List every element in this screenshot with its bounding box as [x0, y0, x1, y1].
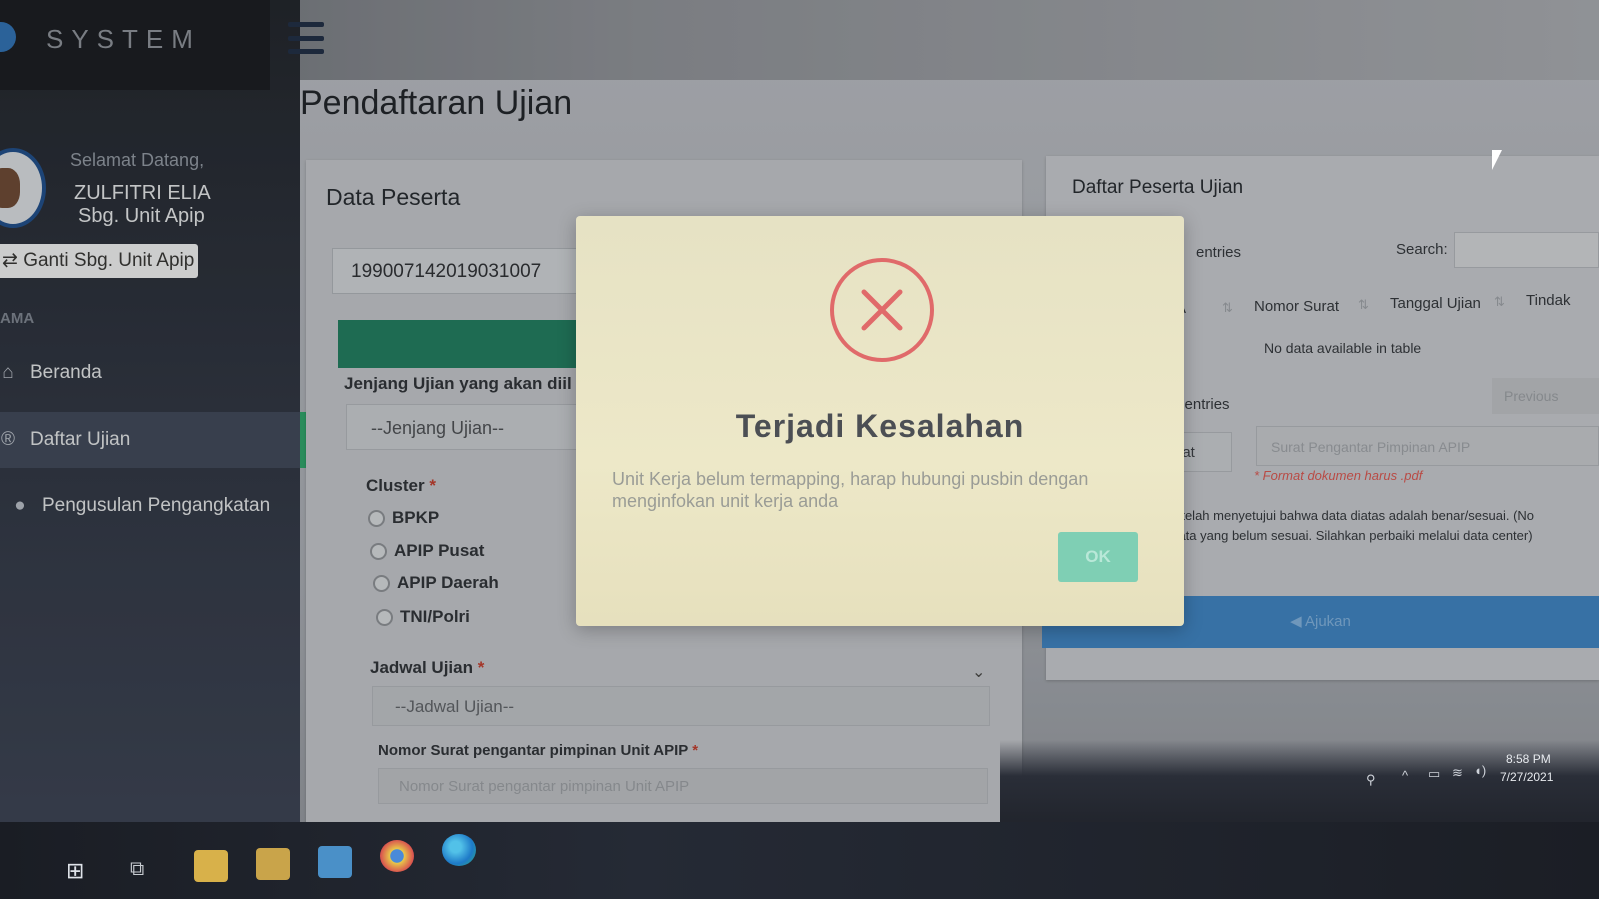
volume-icon[interactable]: ◖): [1474, 763, 1486, 778]
edge-icon[interactable]: [442, 834, 476, 866]
clock-date[interactable]: 7/27/2021: [1500, 770, 1553, 784]
mouse-cursor-icon: [1492, 150, 1502, 170]
screen: SYSTEM Selamat Datang, ZULFITRI ELIA Sbg…: [0, 0, 1599, 899]
taskbar: [0, 822, 1599, 899]
mail-icon[interactable]: [318, 846, 352, 878]
windows-start-icon[interactable]: ⊞: [66, 858, 100, 890]
error-x-icon: [861, 289, 903, 331]
wifi-icon[interactable]: ≋: [1452, 765, 1463, 781]
chrome-icon[interactable]: [380, 840, 414, 872]
battery-icon[interactable]: ▭: [1428, 766, 1440, 782]
people-icon[interactable]: ⚲: [1366, 772, 1376, 788]
clock-time[interactable]: 8:58 PM: [1506, 752, 1551, 766]
chevron-up-icon[interactable]: ^: [1402, 768, 1408, 783]
store-icon[interactable]: [256, 848, 290, 880]
ok-button[interactable]: OK: [1058, 532, 1138, 582]
file-explorer-icon[interactable]: [194, 850, 228, 882]
dialog-title: Terjadi Kesalahan: [735, 408, 1025, 444]
dialog-message: Unit Kerja belum termapping, harap hubun…: [612, 469, 1089, 511]
task-view-icon[interactable]: ⧉: [130, 858, 164, 890]
